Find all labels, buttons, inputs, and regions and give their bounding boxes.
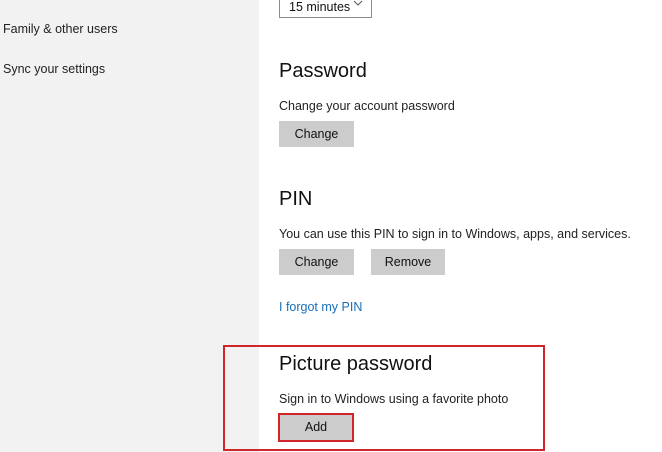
- pin-description: You can use this PIN to sign in to Windo…: [279, 227, 631, 241]
- pin-section-title: PIN: [279, 188, 313, 210]
- password-description: Change your account password: [279, 99, 455, 113]
- settings-window: Family & other users Sync your settings …: [0, 0, 662, 452]
- password-section-title: Password: [279, 60, 367, 82]
- timeout-dropdown-value: 15 minutes: [289, 0, 351, 14]
- forgot-pin-link[interactable]: I forgot my PIN: [279, 300, 362, 314]
- timeout-dropdown[interactable]: 15 minutes: [279, 0, 372, 18]
- picture-password-title: Picture password: [279, 353, 433, 375]
- password-change-button[interactable]: Change: [279, 121, 354, 147]
- chevron-down-icon: [353, 0, 363, 6]
- sidebar: Family & other users Sync your settings: [0, 0, 259, 452]
- picture-password-description: Sign in to Windows using a favorite phot…: [279, 392, 509, 406]
- sidebar-item-sync-settings[interactable]: Sync your settings: [3, 62, 105, 76]
- pin-change-button[interactable]: Change: [279, 249, 354, 275]
- sidebar-item-family-other-users[interactable]: Family & other users: [3, 22, 118, 36]
- pin-remove-button[interactable]: Remove: [371, 249, 445, 275]
- picture-password-add-button[interactable]: Add: [278, 413, 354, 442]
